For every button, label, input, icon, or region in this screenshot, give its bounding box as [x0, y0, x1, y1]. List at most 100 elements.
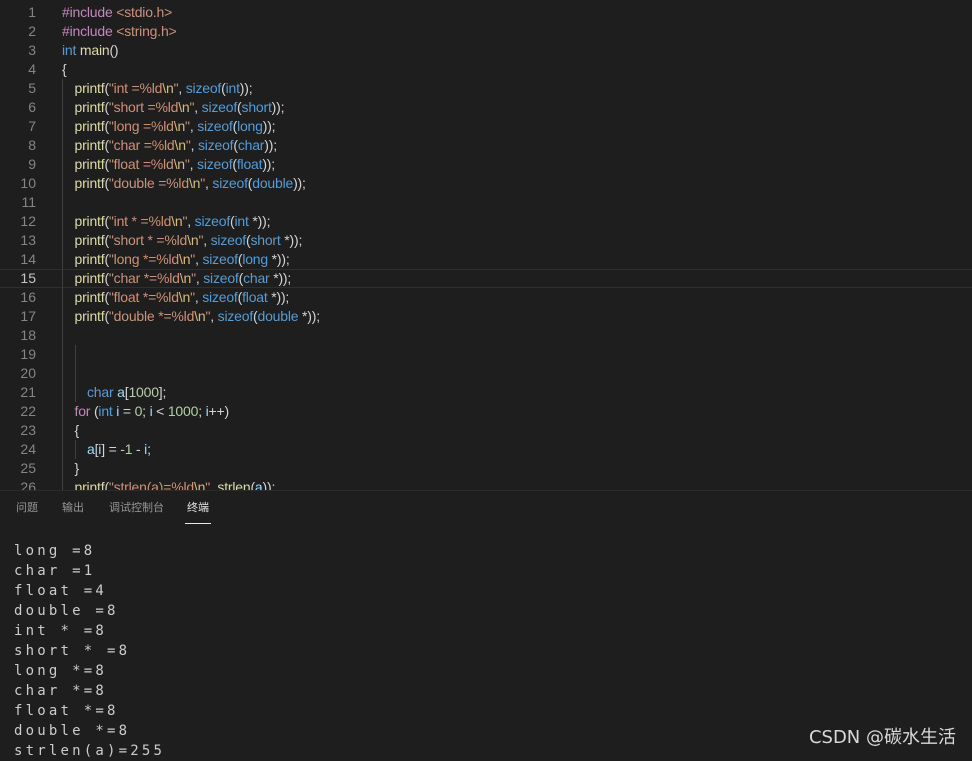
code-line[interactable]: 21 char a[1000]; — [0, 383, 972, 402]
line-number: 1 — [28, 4, 36, 20]
code-token: <string.h> — [116, 23, 177, 39]
line-number: 12 — [20, 213, 36, 229]
code-token: \n — [162, 80, 174, 96]
code-line[interactable]: 25} — [0, 459, 972, 478]
line-number: 8 — [28, 137, 36, 153]
code-token: "short =%ld — [108, 99, 179, 115]
line-number: 7 — [28, 118, 36, 134]
code-token: short — [241, 99, 272, 115]
code-token: printf — [74, 80, 105, 96]
code-line[interactable]: 11 — [0, 193, 972, 212]
code-text: printf("int * =%ld\n", sizeof(int *)); — [75, 212, 271, 231]
terminal-line: double =8 — [14, 603, 119, 619]
code-line[interactable]: 8 printf("char =%ld\n", sizeof(char)); — [0, 136, 972, 155]
code-line[interactable]: 22 for (int i = 0; i < 1000; i++) — [0, 402, 972, 421]
code-line[interactable]: 26 printf("strlen(a)=%ld\n", strlen(a)); — [0, 478, 972, 490]
tab-output[interactable]: 输出 — [62, 500, 84, 524]
indent-guide — [62, 421, 63, 440]
code-token: double — [257, 308, 299, 324]
code-line[interactable]: 10 printf("double =%ld\n", sizeof(double)… — [0, 174, 972, 193]
code-token: ; — [142, 403, 150, 419]
code-line[interactable]: 24 a[i] = -1 - i; — [0, 440, 972, 459]
code-line[interactable]: 19 — [0, 345, 972, 364]
code-token: "int =%ld — [108, 80, 163, 96]
code-token: sizeof — [185, 80, 222, 96]
indent-guide — [62, 155, 63, 174]
code-line[interactable]: 3 int main() — [0, 41, 972, 60]
panel-tabs: 问题 输出 调试控制台 终端 — [0, 491, 972, 525]
terminal-line: char =1 — [14, 563, 96, 579]
tab-debug-console[interactable]: 调试控制台 — [109, 500, 164, 524]
code-text: a[i] = -1 - i; — [87, 440, 151, 459]
code-token: char — [237, 137, 265, 153]
indent-guide — [62, 79, 63, 98]
indent-guide — [74, 364, 76, 383]
line-number: 20 — [20, 365, 36, 381]
code-token: printf — [74, 270, 105, 286]
code-token: , — [210, 308, 218, 324]
line-number: 23 — [20, 422, 36, 438]
code-token: printf — [74, 479, 105, 490]
code-token: *)); — [267, 289, 290, 305]
code-token: sizeof — [197, 118, 233, 134]
code-line[interactable]: 16 printf("float *=%ld\n", sizeof(float *… — [0, 288, 972, 307]
code-line[interactable]: 15 printf("char *=%ld\n", sizeof(char *))… — [0, 269, 972, 288]
code-token: for — [74, 403, 91, 419]
code-token: "strlen(a)=%ld — [108, 479, 194, 490]
code-token: \n — [187, 232, 199, 248]
code-token: = — [119, 403, 135, 419]
code-token: \n — [193, 479, 206, 490]
code-line[interactable]: 14 printf("long *=%ld\n", sizeof(long *))… — [0, 250, 972, 269]
code-text: #include <string.h> — [62, 22, 177, 41]
terminal-line: char *=8 — [14, 683, 108, 699]
code-token: int — [98, 403, 113, 419]
code-line[interactable]: 1 #include <stdio.h> — [0, 3, 972, 22]
code-token: "char *=%ld — [108, 270, 180, 286]
code-editor[interactable]: 1 #include <stdio.h> 2 #include <string.h> 3… — [0, 0, 972, 490]
code-token: , — [187, 213, 195, 229]
code-line[interactable]: 17 printf("double *=%ld\n", sizeof(double… — [0, 307, 972, 326]
code-line[interactable]: 12 printf("int * =%ld\n", sizeof(int *)); — [0, 212, 972, 231]
line-number: 16 — [20, 289, 36, 305]
code-text: printf("long =%ld\n", sizeof(long)); — [75, 117, 276, 136]
line-number: 25 — [20, 460, 36, 476]
code-token: 1000 — [128, 384, 159, 400]
indent-guide — [74, 383, 76, 402]
line-number: 13 — [20, 232, 36, 248]
code-token: printf — [74, 99, 105, 115]
code-line[interactable]: 23 { — [0, 421, 972, 440]
code-line[interactable]: 18 — [0, 326, 972, 345]
code-line[interactable]: 9 printf("float =%ld\n", sizeof(float)); — [0, 155, 972, 174]
line-number: 22 — [20, 403, 36, 419]
indent-guide — [62, 193, 63, 212]
code-text: printf("long *=%ld\n", sizeof(long *)); — [75, 250, 290, 269]
tab-terminal[interactable]: 终端 — [185, 500, 211, 524]
code-line[interactable]: 5 printf("int =%ld\n", sizeof(int)); — [0, 79, 972, 98]
code-token: "char =%ld — [108, 137, 175, 153]
code-line[interactable]: 7 printf("long =%ld\n", sizeof(long)); — [0, 117, 972, 136]
code-token: short — [250, 232, 281, 248]
code-token: } — [74, 460, 80, 476]
code-token: )); — [264, 137, 277, 153]
code-token: *)); — [267, 251, 290, 267]
code-token: \n — [171, 213, 183, 229]
code-token: \n — [188, 175, 201, 191]
line-number: 17 — [20, 308, 36, 324]
terminal-line: int * =8 — [14, 623, 108, 639]
code-token: long — [242, 251, 268, 267]
line-number: 21 — [20, 384, 36, 400]
code-line[interactable]: 13 printf("short * =%ld\n", sizeof(short … — [0, 231, 972, 250]
code-token: "float =%ld — [108, 156, 174, 172]
code-text: printf("char =%ld\n", sizeof(char)); — [75, 136, 278, 155]
code-token: ; — [147, 441, 151, 457]
code-text: char a[1000]; — [87, 383, 166, 402]
tab-problems[interactable]: 问题 — [16, 500, 38, 524]
code-line[interactable]: 20 — [0, 364, 972, 383]
code-token: { — [74, 422, 80, 438]
code-token: <stdio.h> — [116, 4, 173, 20]
code-line[interactable]: 6 printf("short =%ld\n", sizeof(short)); — [0, 98, 972, 117]
code-line[interactable]: 4{ — [0, 60, 972, 79]
code-line[interactable]: 2 #include <string.h> — [0, 22, 972, 41]
code-token: *)); — [269, 270, 292, 286]
code-token: \n — [179, 251, 191, 267]
